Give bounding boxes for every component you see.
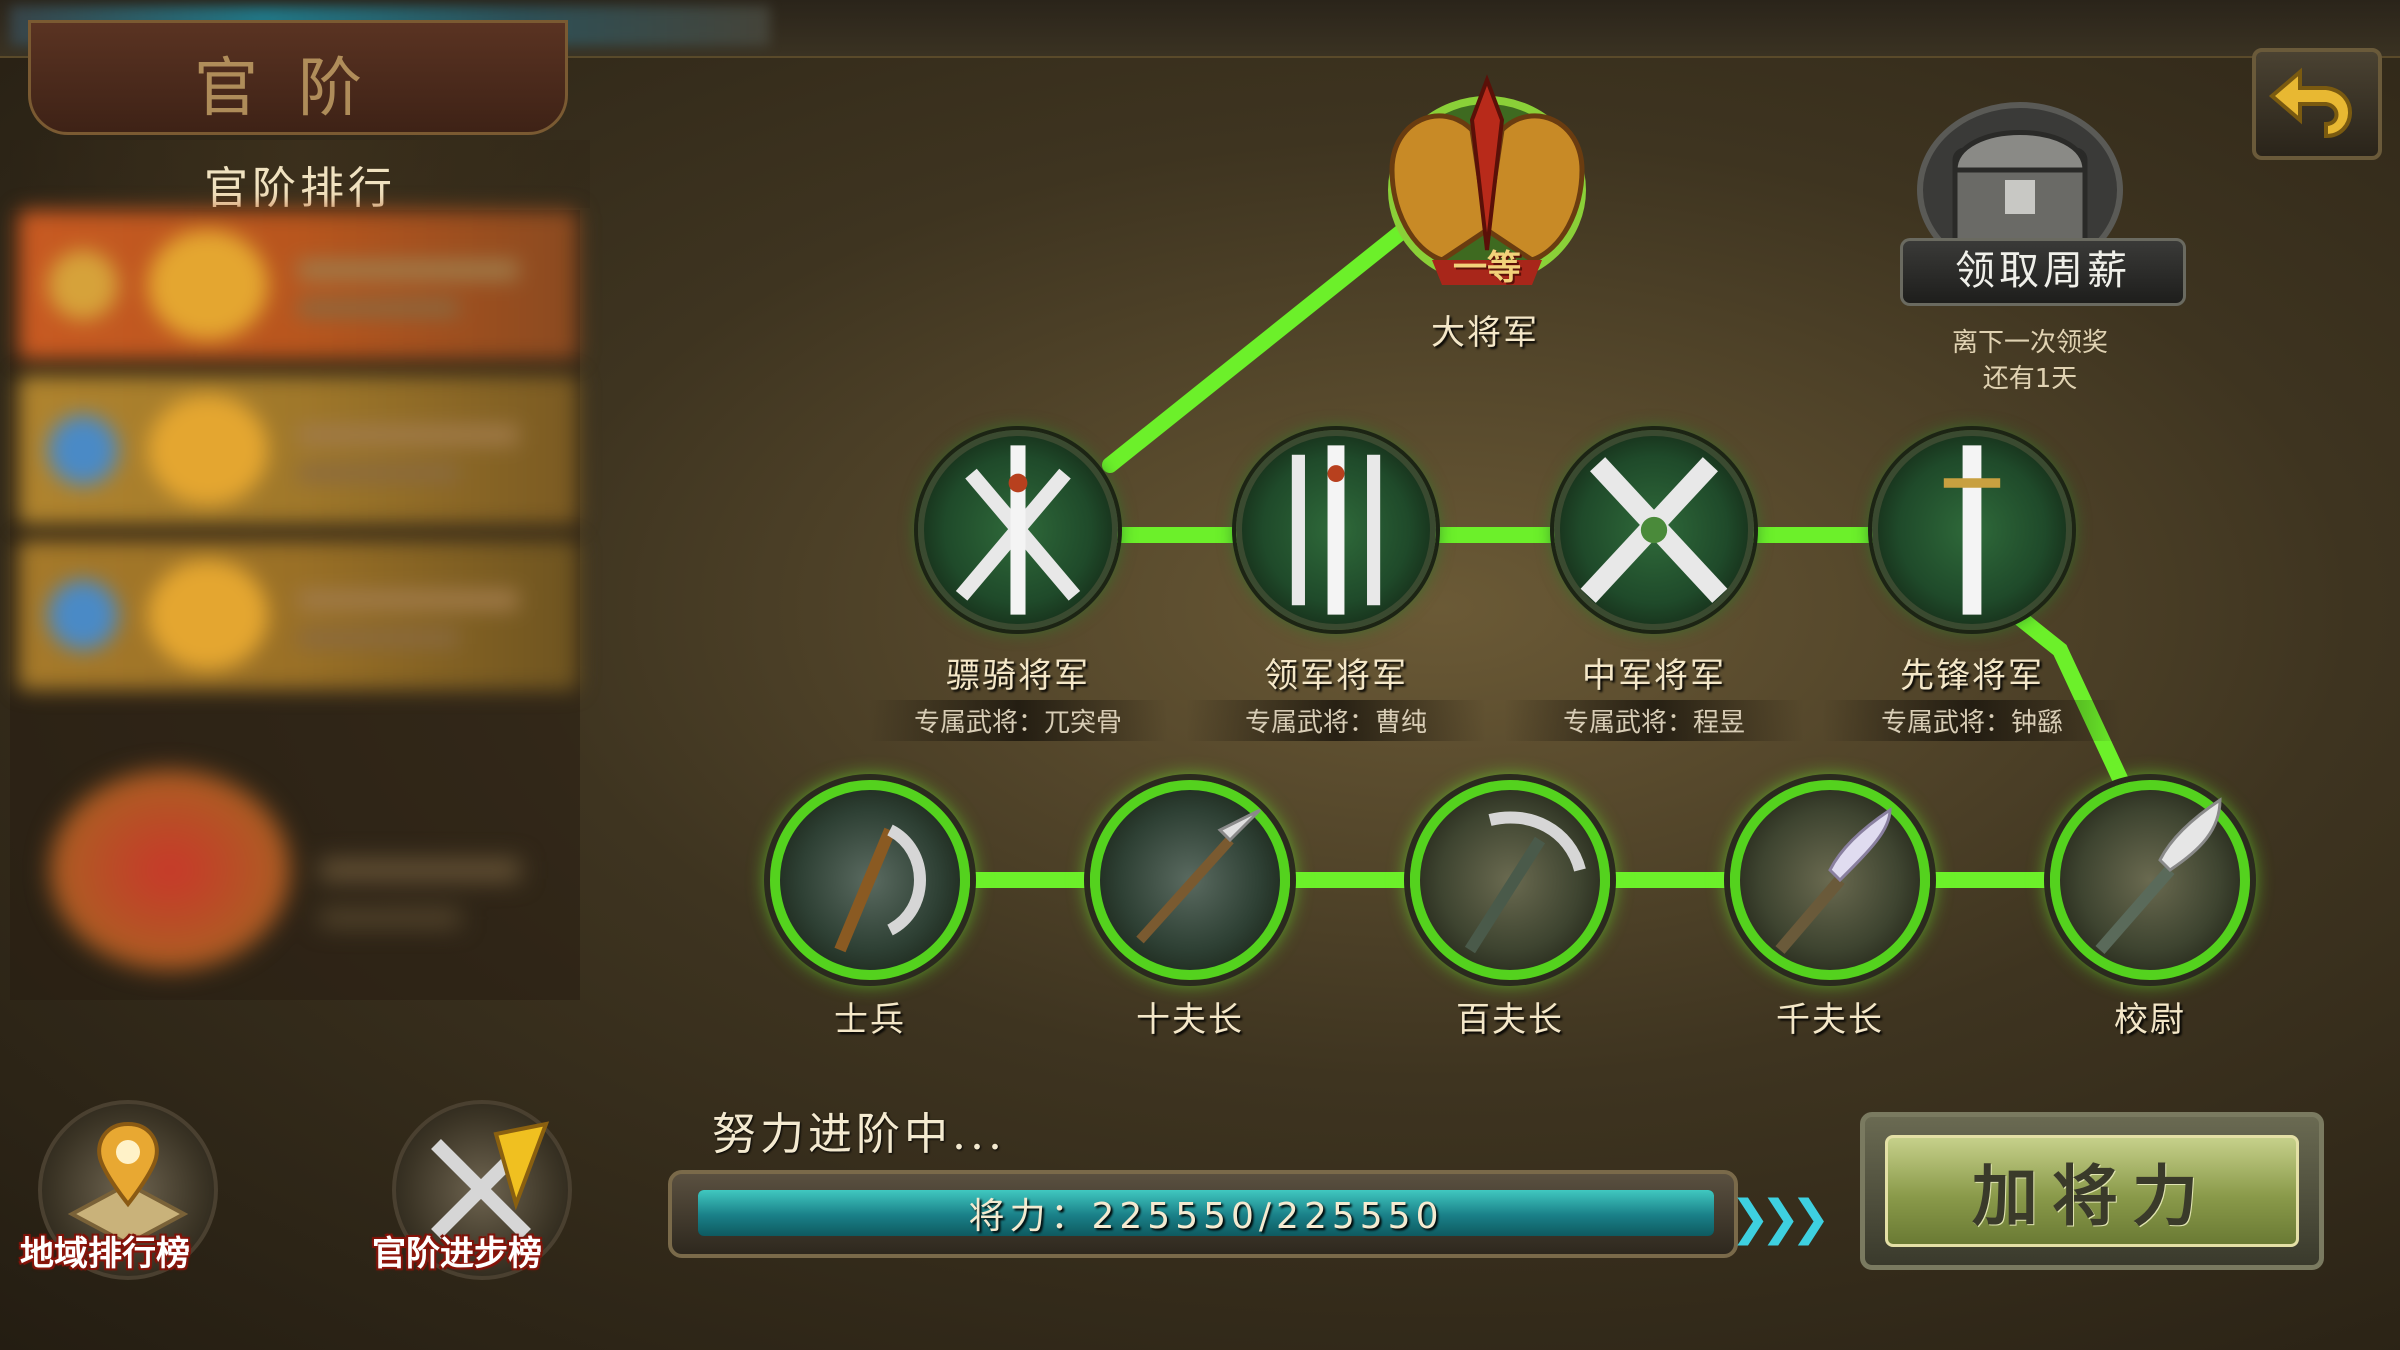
rank-name: 中军将军 — [1582, 656, 1726, 696]
rank-name: 十夫长 — [1136, 1000, 1244, 1040]
rank-name: 校尉 — [2114, 1000, 2186, 1040]
spear-icon — [1136, 808, 1262, 944]
triple-swords-icon — [955, 445, 1081, 615]
rank-general: 专属武将：钟繇 — [1822, 700, 2122, 741]
guandao-icon — [2095, 797, 2222, 954]
rank-node-low-5[interactable] — [2050, 780, 2250, 980]
rank-general: 专属武将：程昱 — [1504, 700, 1804, 741]
rank-node-4[interactable] — [1872, 430, 2072, 630]
rank-node-2[interactable] — [1236, 430, 1436, 630]
rank-general: 专属武将：兀突骨 — [868, 700, 1168, 741]
power-progress-bar: 将力：225550/225550 — [668, 1170, 1738, 1258]
rank-name: 先锋将军 — [1900, 656, 2044, 696]
sickle-icon — [834, 824, 926, 953]
salary-note-line2: 还有1天 — [1982, 364, 2078, 394]
progress-track: 将力：225550/225550 — [698, 1190, 1714, 1236]
progress-title: 努力进阶中... — [712, 1109, 1006, 1160]
rank-name: 百夫长 — [1456, 1000, 1564, 1040]
salary-note-line1: 离下一次领奖 — [1951, 328, 2108, 358]
rank-node-1[interactable] — [918, 430, 1118, 630]
back-arrow-icon — [2268, 67, 2352, 139]
top-rank-name: 大将军 — [1431, 313, 1539, 353]
pickaxe-icon — [1464, 811, 1586, 954]
broadsword-icon — [1775, 807, 1892, 954]
double-chevron-icon: ❯❯❯ — [1730, 1190, 1831, 1246]
rank-name: 领军将军 — [1264, 656, 1408, 696]
weekly-salary-button[interactable]: 领取周薪 — [1900, 238, 2186, 306]
single-sword-icon — [1943, 445, 2001, 615]
rank-name: 千夫长 — [1776, 1000, 1884, 1040]
back-button[interactable] — [2252, 48, 2382, 160]
top-rank-badge: 一等 — [1453, 248, 1521, 288]
rank-node-3[interactable] — [1554, 430, 1754, 630]
top-rank-emblem[interactable]: 一等 — [1372, 60, 1602, 300]
rank-general: 专属武将：曹纯 — [1186, 700, 1486, 741]
add-power-label: 加将力 — [1885, 1135, 2299, 1247]
progress-text: 将力：225550/225550 — [968, 1196, 1444, 1236]
crossed-swords-icon — [1580, 457, 1728, 603]
rank-name: 士兵 — [834, 1000, 906, 1040]
add-power-button[interactable]: 加将力 — [1860, 1112, 2324, 1270]
three-swords-icon — [1291, 445, 1381, 615]
rank-node-low-2[interactable] — [1090, 780, 1290, 980]
rank-node-low-1[interactable] — [770, 780, 970, 980]
rank-node-low-3[interactable] — [1410, 780, 1610, 980]
rank-name: 骠骑将军 — [946, 656, 1090, 696]
rank-node-low-4[interactable] — [1730, 780, 1930, 980]
